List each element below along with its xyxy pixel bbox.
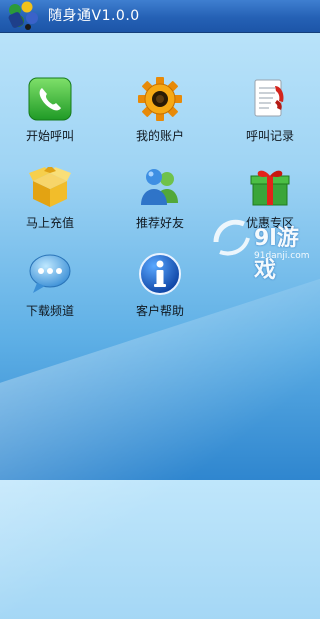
menu-item-my-account[interactable]: 我的账户 — [110, 76, 210, 148]
phone-icon — [28, 77, 72, 121]
menu-label: 马上充值 — [25, 216, 74, 230]
info-icon — [139, 253, 181, 295]
menu-item-start-call[interactable]: 开始呼叫 — [0, 76, 100, 148]
watermark-logo: 9l游戏 91danji.com — [208, 208, 320, 283]
menu-label: 客户帮助 — [135, 304, 184, 318]
call-log-icon — [254, 79, 284, 117]
menu-item-recharge[interactable]: 马上充值 — [0, 163, 100, 235]
menu-label: 下载频道 — [25, 304, 74, 318]
gift-icon — [250, 170, 290, 206]
watermark-mark-icon — [213, 219, 250, 256]
menu-item-call-log[interactable]: 呼叫记录 — [220, 76, 320, 148]
menu-label: 推荐好友 — [135, 216, 184, 230]
menu-item-recommend-friends[interactable]: 推荐好友 — [110, 163, 210, 235]
gear-icon — [138, 77, 182, 121]
box-icon — [29, 167, 71, 207]
menu-item-customer-help[interactable]: 客户帮助 — [110, 251, 210, 323]
menu-label: 呼叫记录 — [245, 129, 294, 143]
menu-item-downloads[interactable]: 下载频道 — [0, 251, 100, 323]
menu-label: 我的账户 — [135, 129, 184, 143]
chat-bubble-icon — [29, 254, 71, 293]
watermark-site: 91danji.com — [254, 251, 310, 261]
contacts-icon — [141, 169, 178, 205]
menu-label: 开始呼叫 — [25, 129, 74, 143]
